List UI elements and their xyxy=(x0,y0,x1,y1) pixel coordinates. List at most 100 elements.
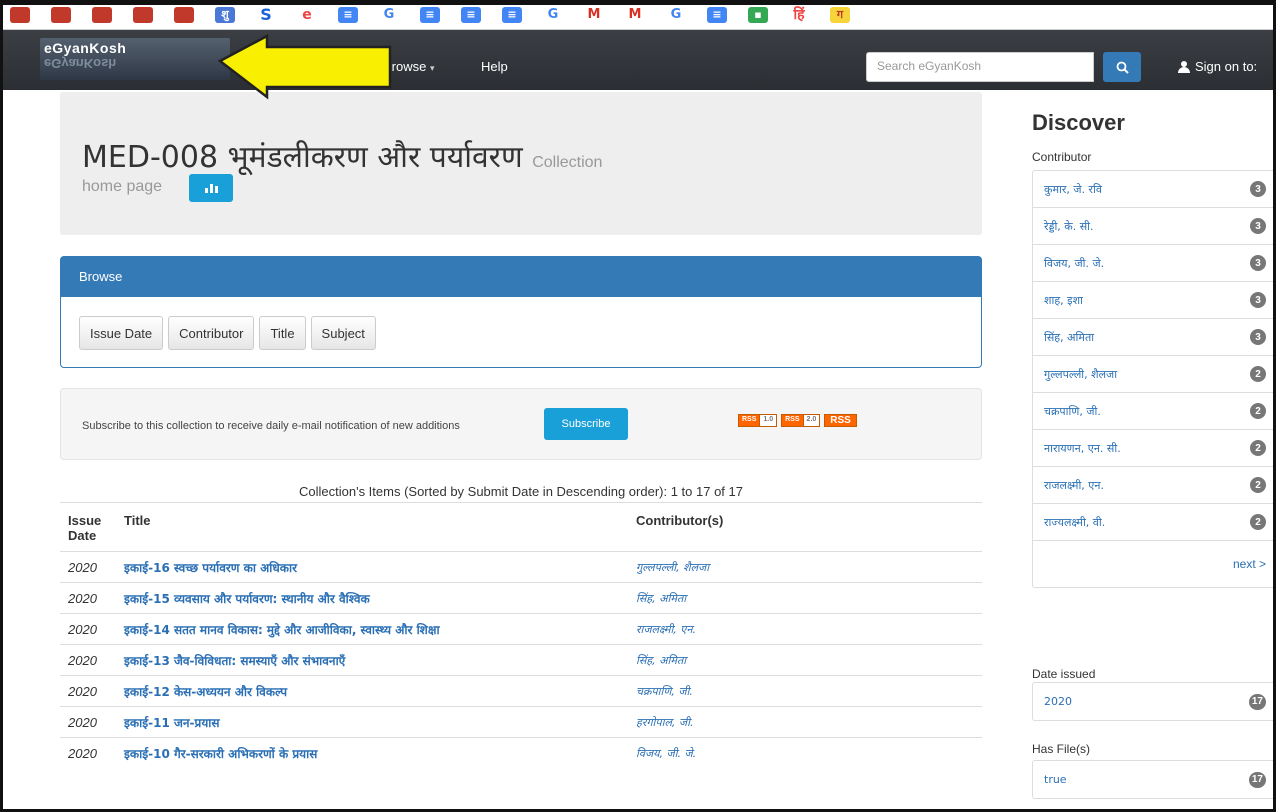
facet-item-label: सिंह, अमिता xyxy=(1044,330,1095,344)
table-row: 2020 इकाई-10 गैर-सरकारी अभिकरणों के प्रया… xyxy=(60,737,982,769)
google-icon[interactable]: G xyxy=(543,6,563,23)
contributor-facet-label: Contributor xyxy=(1032,150,1092,164)
red-square-icon[interactable] xyxy=(133,6,153,23)
table-row: 2020 इकाई-13 जैव-विविधता: समस्याएँ और संभ… xyxy=(60,644,982,676)
discover-heading: Discover xyxy=(1032,110,1125,135)
item-issue-date: 2020 xyxy=(60,706,116,738)
feed-version: 2.0 xyxy=(802,415,820,426)
gmail-icon[interactable]: M xyxy=(625,6,645,23)
hindi-icon[interactable]: हिं xyxy=(789,6,809,23)
facet-item-label: राजलक्ष्मी, एन. xyxy=(1044,478,1104,492)
hasfile-facet-list: true 17 xyxy=(1032,760,1276,799)
google-icon[interactable]: G xyxy=(379,6,399,23)
facet-item[interactable]: नारायणन, एन. सी. 2 xyxy=(1033,430,1276,467)
docs-icon[interactable]: ≡ xyxy=(338,6,358,23)
count-badge: 3 xyxy=(1250,181,1266,197)
search-input[interactable]: Search eGyanKosh xyxy=(866,52,1094,82)
header-contributors: Contributor(s) xyxy=(628,502,982,552)
feed-label: RSS xyxy=(739,415,760,426)
sign-on-menu[interactable]: Sign on to: xyxy=(1178,59,1257,74)
item-issue-date: 2020 xyxy=(60,551,116,583)
item-title-link[interactable]: इकाई-10 गैर-सरकारी अभिकरणों के प्रयास xyxy=(124,747,317,761)
facet-next-link[interactable]: next > xyxy=(1033,541,1276,587)
google-icon[interactable]: G xyxy=(666,6,686,23)
count-badge: 2 xyxy=(1250,403,1266,419)
search-icon xyxy=(1116,61,1129,74)
facet-item[interactable]: गुल्लपल्ली, शैलजा 2 xyxy=(1033,356,1276,393)
items-table: Issue Date Title Contributor(s) 2020 इकाई… xyxy=(60,502,982,769)
gmail-icon[interactable]: M xyxy=(584,6,604,23)
facet-item[interactable]: रेड्डी, के. सी. 3 xyxy=(1033,208,1276,245)
docs-icon[interactable]: ≡ xyxy=(502,6,522,23)
browse-panel: Browse Issue Date Contributor Title Subject xyxy=(60,256,982,368)
item-issue-date: 2020 xyxy=(60,644,116,676)
item-title-link[interactable]: इकाई-15 व्यवसाय और पर्यावरण: स्थानीय और … xyxy=(124,592,370,606)
classroom-icon[interactable]: ▪ xyxy=(748,6,768,23)
facet-item[interactable]: true 17 xyxy=(1033,761,1276,798)
docs-icon[interactable]: ≡ xyxy=(420,6,440,23)
browse-by-issue-date-button[interactable]: Issue Date xyxy=(79,316,164,350)
date-facet-list: 2020 17 xyxy=(1032,682,1276,721)
facet-item[interactable]: 2020 17 xyxy=(1033,683,1276,720)
facet-item[interactable]: शाह, इशा 3 xyxy=(1033,282,1276,319)
hasfile-facet-label: Has File(s) xyxy=(1032,742,1091,756)
item-title-link[interactable]: इकाई-13 जैव-विविधता: समस्याएँ और संभावना… xyxy=(124,654,345,668)
search-button[interactable] xyxy=(1103,52,1141,82)
item-title-cell: इकाई-14 सतत मानव विकास: मुद्दे और आजीविक… xyxy=(116,613,628,645)
yellow-arrow-icon xyxy=(217,33,392,100)
yellow-icon[interactable]: ग xyxy=(830,6,850,23)
collection-label: Collection xyxy=(532,154,603,171)
s-icon[interactable]: S xyxy=(256,5,276,24)
collection-subtitle: home page xyxy=(82,178,163,195)
count-badge: 2 xyxy=(1250,514,1266,530)
item-contributor-link[interactable]: हरगोपाल, जी. xyxy=(628,706,982,738)
facet-item-label: चक्रपाणि, जी. xyxy=(1044,404,1101,418)
subscribe-button[interactable]: Subscribe xyxy=(544,408,628,440)
item-title-link[interactable]: इकाई-16 स्वच्छ पर्यावरण का अधिकार xyxy=(124,561,297,575)
red-square-icon[interactable] xyxy=(174,6,194,23)
facet-item[interactable]: चक्रपाणि, जी. 2 xyxy=(1033,393,1276,430)
nav-help-link[interactable]: Help xyxy=(481,59,508,74)
browse-by-subject-button[interactable]: Subject xyxy=(310,316,376,350)
item-title-link[interactable]: इकाई-14 सतत मानव विकास: मुद्दे और आजीविक… xyxy=(124,623,440,637)
facet-item-label: शाह, इशा xyxy=(1044,293,1083,307)
red-square-icon[interactable] xyxy=(92,6,112,23)
docs-icon[interactable]: ≡ xyxy=(461,6,481,23)
red-square-icon[interactable] xyxy=(10,6,30,23)
facet-item[interactable]: राजलक्ष्मी, एन. 2 xyxy=(1033,467,1276,504)
table-row: 2020 इकाई-11 जन-प्रयास हरगोपाल, जी. xyxy=(60,706,982,738)
docs-icon[interactable]: ≡ xyxy=(707,6,727,23)
brand-name[interactable]: eGyanKosh xyxy=(44,40,126,56)
item-contributor-link[interactable]: विजय, जी. जे. xyxy=(628,737,982,769)
item-title-link[interactable]: इकाई-11 जन-प्रयास xyxy=(124,716,220,730)
item-title-cell: इकाई-13 जैव-विविधता: समस्याएँ और संभावना… xyxy=(116,644,628,676)
item-contributor-link[interactable]: गुल्लपल्ली, शैलजा xyxy=(628,551,982,583)
browse-by-contributor-button[interactable]: Contributor xyxy=(168,316,255,350)
facet-item[interactable]: विजय, जी. जे. 3 xyxy=(1033,245,1276,282)
bookmarks-bar: शु Se ≡ G ≡ ≡ ≡ G M M G ≡ ▪ हिं ग xyxy=(0,0,1276,30)
statistics-button[interactable] xyxy=(189,174,233,202)
item-contributor-link[interactable]: सिंह, अमिता xyxy=(628,644,982,676)
item-contributor-link[interactable]: राजलक्ष्मी, एन. xyxy=(628,613,982,645)
e-icon[interactable]: e xyxy=(297,6,317,23)
rss-1-feed-link[interactable]: RSS 1.0 xyxy=(738,414,778,427)
browse-heading: Browse xyxy=(61,257,981,297)
facet-item[interactable]: राज्यलक्ष्मी, वी. 2 xyxy=(1033,504,1276,541)
rss-feed-link[interactable]: RSS xyxy=(824,414,857,427)
rss-2-feed-link[interactable]: RSS 2.0 xyxy=(781,414,821,427)
item-contributor-link[interactable]: चक्रपाणि, जी. xyxy=(628,675,982,707)
facet-item-label: true xyxy=(1044,773,1067,786)
item-title-cell: इकाई-15 व्यवसाय और पर्यावरण: स्थानीय और … xyxy=(116,582,628,614)
facet-item-label: नारायणन, एन. सी. xyxy=(1044,441,1121,455)
count-badge: 2 xyxy=(1250,366,1266,382)
red-square-icon[interactable] xyxy=(51,6,71,23)
browse-by-title-button[interactable]: Title xyxy=(259,316,306,350)
item-title-link[interactable]: इकाई-12 केस-अध्ययन और विकल्प xyxy=(124,685,287,699)
item-contributor-link[interactable]: सिंह, अमिता xyxy=(628,582,982,614)
browse-buttons: Issue Date Contributor Title Subject xyxy=(79,316,376,350)
facet-item[interactable]: सिंह, अमिता 3 xyxy=(1033,319,1276,356)
sign-on-label: Sign on to: xyxy=(1195,59,1258,74)
emblem-icon[interactable]: शु xyxy=(215,6,235,23)
facet-item[interactable]: कुमार, जे. रवि 3 xyxy=(1033,171,1276,208)
item-title-cell: इकाई-11 जन-प्रयास xyxy=(116,706,628,738)
